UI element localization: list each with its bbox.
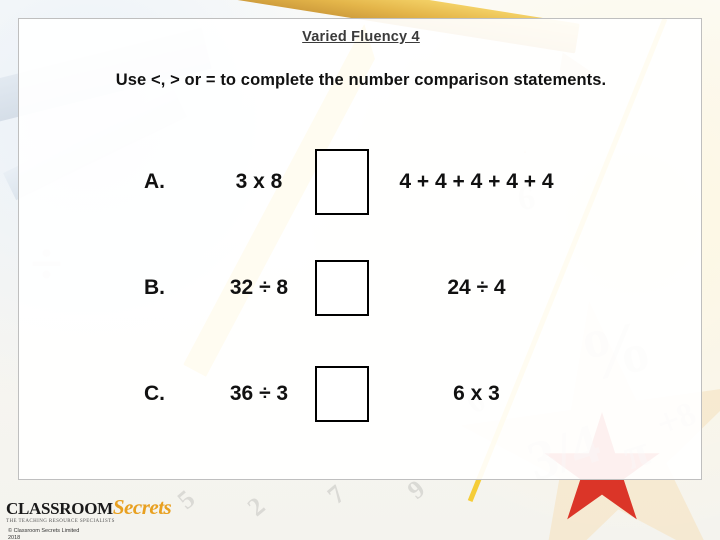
question-right-expression: 6 x 3 [453,381,500,405]
question-right-expression: 24 ÷ 4 [447,275,506,299]
copyright-line-2: 2018 [8,535,21,540]
answer-box[interactable] [315,260,369,316]
brand-logo-primary: CLASSROOM [6,499,113,518]
decor-bottom-symbol-3: 7 [321,479,351,510]
copyright-line-1: © Classroom Secrets Limited [8,528,80,535]
question-label: C. [144,382,165,405]
question-label: B. [144,276,165,299]
slide-canvas: % 3/4 π + 8 6 0 ÷ 5 2 7 9 Varied Fluency… [0,0,720,540]
question-row: A. 3 x 8 4 + 4 + 4 + 4 + 4 [19,129,703,235]
question-right-expression: 4 + 4 + 4 + 4 + 4 [399,169,554,193]
brand-logo-text: CLASSROOMSecrets [6,495,172,519]
answer-box[interactable] [315,149,369,215]
brand-logo-secondary: Secrets [112,495,172,519]
brand-logo: CLASSROOMSecrets THE TEACHING RESOURCE S… [6,495,172,525]
question-row: B. 32 ÷ 8 24 ÷ 4 [19,235,703,341]
page-title: Varied Fluency 4 [302,29,420,45]
question-left-expression: 36 ÷ 3 [229,382,289,405]
question-row: C. 36 ÷ 3 6 x 3 [19,341,703,447]
decor-bottom-symbol-1: 5 [171,484,201,515]
answer-box[interactable] [315,366,369,422]
question-left-expression: 32 ÷ 8 [229,276,289,299]
decor-bottom-symbol-2: 2 [241,491,271,522]
worksheet-card: Varied Fluency 4 Use <, > or = to comple… [18,18,702,480]
brand-tagline: THE TEACHING RESOURCE SPECIALISTS [6,519,115,524]
question-label: A. [144,170,165,193]
copyright-notice: © Classroom Secrets Limited 2018 [8,528,128,540]
question-list: A. 3 x 8 4 + 4 + 4 + 4 + 4 B. 32 ÷ 8 24 … [19,129,703,447]
question-left-expression: 3 x 8 [235,170,283,193]
instruction-text: Use <, > or = to complete the number com… [115,71,607,89]
